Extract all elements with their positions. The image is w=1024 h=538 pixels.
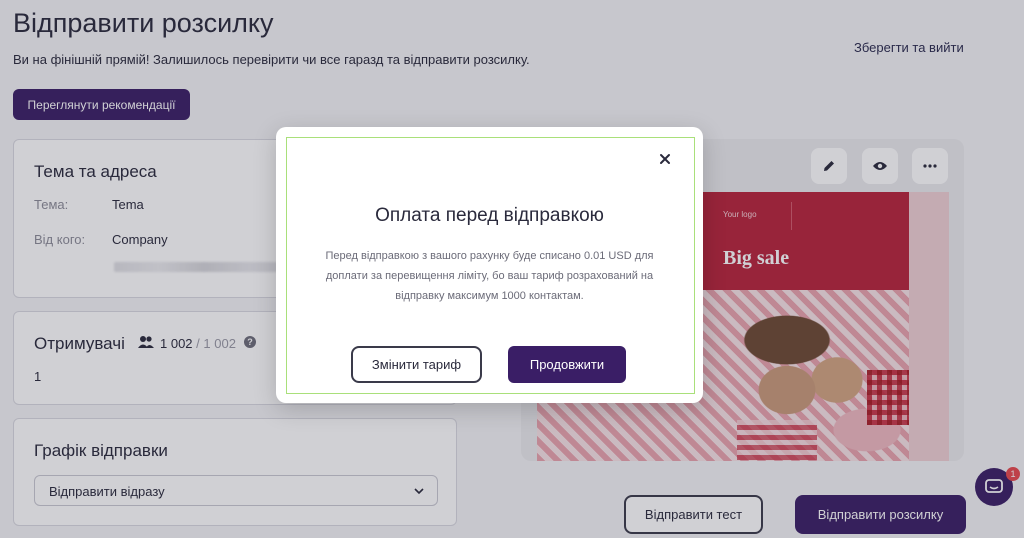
- change-plan-button[interactable]: Змінити тариф: [351, 346, 482, 383]
- continue-button[interactable]: Продовжити: [508, 346, 626, 383]
- payment-modal: Оплата перед відправкою Перед відправкою…: [276, 127, 703, 403]
- close-icon[interactable]: [656, 150, 674, 168]
- modal-title: Оплата перед відправкою: [375, 205, 604, 226]
- modal-message: Перед відправкою з вашого рахунку буде с…: [325, 250, 654, 302]
